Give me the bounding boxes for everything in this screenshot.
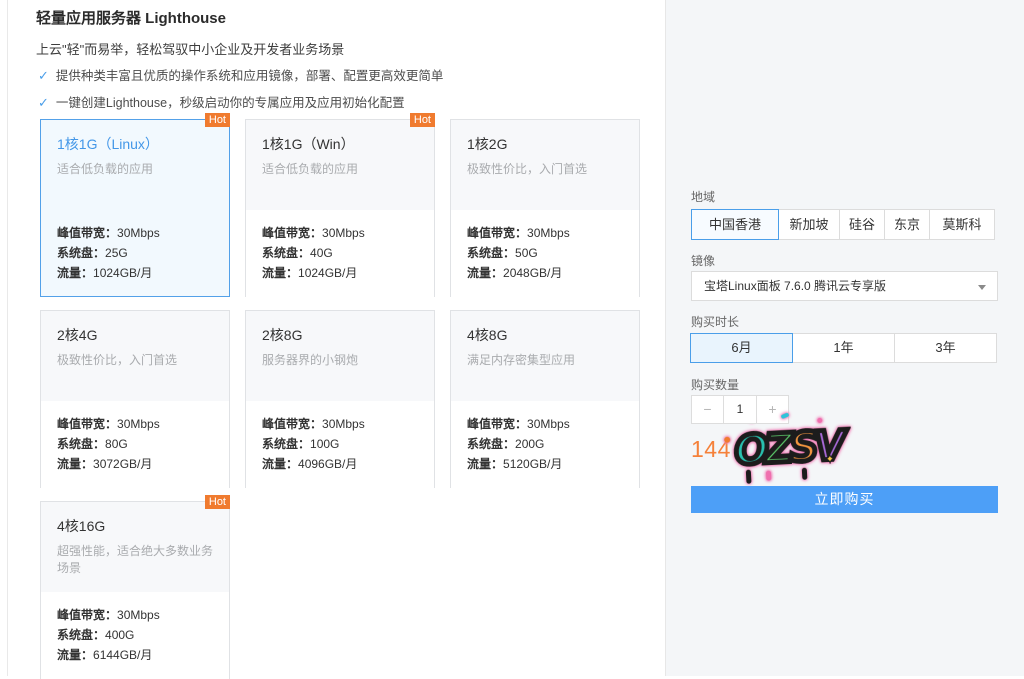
plan-card-header: 2核8G 服务器界的小钢炮	[246, 311, 434, 401]
spec-disk: 系统盘：200G	[467, 434, 623, 454]
spec-bandwidth: 峰值带宽：30Mbps	[467, 223, 623, 243]
plan-card-header: 4核16G 超强性能，适合绝大多数业务场景	[41, 502, 229, 592]
plan-name: 4核8G	[467, 325, 623, 345]
plan-description: 适合低负载的应用	[262, 161, 418, 178]
plan-card-1c1g-win[interactable]: Hot 1核1G（Win） 适合低负载的应用 峰值带宽：30Mbps 系统盘：4…	[245, 119, 435, 297]
plan-card-1c1g-linux[interactable]: Hot 1核1G（Linux） 适合低负载的应用 峰值带宽：30Mbps 系统盘…	[40, 119, 230, 297]
plan-specs: 峰值带宽：30Mbps 系统盘：25G 流量：1024GB/月	[41, 210, 229, 297]
duration-option-6months[interactable]: 6月	[690, 333, 793, 363]
spec-disk: 系统盘：80G	[57, 434, 213, 454]
plan-specs: 峰值带宽：30Mbps 系统盘：400G 流量：6144GB/月	[41, 592, 229, 679]
spec-bandwidth: 峰值带宽：30Mbps	[57, 223, 213, 243]
region-option-singapore[interactable]: 新加坡	[778, 209, 840, 240]
check-icon: ✓	[38, 68, 49, 83]
quantity-label: 购买数量	[691, 376, 739, 393]
graffiti-decoration	[766, 471, 772, 481]
plan-card-header: 1核2G 极致性价比，入门首选	[451, 120, 639, 210]
image-select[interactable]: 宝塔Linux面板 7.6.0 腾讯云专享版	[691, 271, 998, 301]
check-icon: ✓	[38, 95, 49, 110]
spec-disk: 系统盘：25G	[57, 243, 213, 263]
region-option-hongkong[interactable]: 中国香港	[691, 209, 779, 240]
spec-traffic: 流量：5120GB/月	[467, 454, 623, 474]
region-selector: 中国香港 新加坡 硅谷 东京 莫斯科	[691, 209, 995, 240]
spec-traffic: 流量：1024GB/月	[57, 263, 213, 283]
image-label: 镜像	[691, 252, 715, 269]
plan-description: 极致性价比，入门首选	[57, 352, 213, 369]
plan-card-2c4g[interactable]: 2核4G 极致性价比，入门首选 峰值带宽：30Mbps 系统盘：80G 流量：3…	[40, 310, 230, 488]
spec-traffic: 流量：3072GB/月	[57, 454, 213, 474]
purchase-config-panel: 地域 中国香港 新加坡 硅谷 东京 莫斯科 镜像 宝塔Linux面板 7.6.0…	[665, 0, 1024, 676]
image-select-value: 宝塔Linux面板 7.6.0 腾讯云专享版	[704, 279, 886, 293]
quantity-minus-button[interactable]: −	[691, 395, 724, 424]
spec-disk: 系统盘：40G	[262, 243, 418, 263]
duration-label: 购买时长	[691, 313, 739, 330]
plan-specs: 峰值带宽：30Mbps 系统盘：50G 流量：2048GB/月	[451, 210, 639, 297]
plan-specs: 峰值带宽：30Mbps 系统盘：100G 流量：4096GB/月	[246, 401, 434, 488]
price-row: 144 OZSV ✦	[691, 428, 998, 483]
duration-selector: 6月 1年 3年	[691, 333, 997, 363]
region-option-moscow[interactable]: 莫斯科	[929, 209, 995, 240]
plan-card-header: 1核1G（Linux） 适合低负载的应用	[41, 120, 229, 210]
hot-badge: Hot	[410, 113, 435, 127]
plan-card-header: 4核8G 满足内存密集型应用	[451, 311, 639, 401]
plan-description: 满足内存密集型应用	[467, 352, 623, 369]
plan-name: 1核2G	[467, 134, 623, 154]
plan-name: 1核1G（Win）	[262, 134, 418, 154]
graffiti-decoration	[817, 418, 822, 423]
plan-specs: 峰值带宽：30Mbps 系统盘：80G 流量：3072GB/月	[41, 401, 229, 488]
feature-bullet: ✓ 提供种类丰富且优质的操作系统和应用镜像，部署、配置更高效更简单	[38, 65, 443, 84]
duration-option-3years[interactable]: 3年	[894, 333, 997, 363]
feature-bullet-text: 一键创建Lighthouse，秒级启动你的专属应用及应用初始化配置	[56, 96, 405, 110]
plan-card-4c8g[interactable]: 4核8G 满足内存密集型应用 峰值带宽：30Mbps 系统盘：200G 流量：5…	[450, 310, 640, 488]
spec-bandwidth: 峰值带宽：30Mbps	[467, 414, 623, 434]
hot-badge: Hot	[205, 113, 230, 127]
plan-description: 服务器界的小钢炮	[262, 352, 418, 369]
feature-bullet: ✓ 一键创建Lighthouse，秒级启动你的专属应用及应用初始化配置	[38, 92, 405, 111]
plan-description: 极致性价比，入门首选	[467, 161, 623, 178]
plan-name: 1核1G（Linux）	[57, 134, 213, 154]
page-title: 轻量应用服务器 Lighthouse	[36, 7, 226, 28]
plan-specs: 峰值带宽：30Mbps 系统盘：40G 流量：1024GB/月	[246, 210, 434, 297]
spec-bandwidth: 峰值带宽：30Mbps	[57, 605, 213, 625]
plan-specs: 峰值带宽：30Mbps 系统盘：200G 流量：5120GB/月	[451, 401, 639, 488]
spec-disk: 系统盘：50G	[467, 243, 623, 263]
plan-name: 2核8G	[262, 325, 418, 345]
graffiti-decoration	[746, 470, 752, 484]
plan-description: 适合低负载的应用	[57, 161, 213, 178]
plan-card-header: 1核1G（Win） 适合低负载的应用	[246, 120, 434, 210]
spec-traffic: 流量：2048GB/月	[467, 263, 623, 283]
spec-bandwidth: 峰值带宽：30Mbps	[262, 414, 418, 434]
region-option-siliconvalley[interactable]: 硅谷	[839, 209, 885, 240]
plan-card-2c8g[interactable]: 2核8G 服务器界的小钢炮 峰值带宽：30Mbps 系统盘：100G 流量：40…	[245, 310, 435, 488]
region-option-tokyo[interactable]: 东京	[884, 209, 930, 240]
feature-bullet-text: 提供种类丰富且优质的操作系统和应用镜像，部署、配置更高效更简单	[56, 69, 444, 83]
sparkle-icon: ✦	[824, 451, 836, 468]
quantity-value[interactable]: 1	[723, 395, 757, 424]
plan-name: 2核4G	[57, 325, 213, 345]
plan-card-grid: Hot 1核1G（Linux） 适合低负载的应用 峰值带宽：30Mbps 系统盘…	[40, 119, 640, 679]
spec-bandwidth: 峰值带宽：30Mbps	[57, 414, 213, 434]
spec-traffic: 流量：1024GB/月	[262, 263, 418, 283]
graffiti-decoration	[724, 437, 730, 443]
plan-card-4c16g[interactable]: Hot 4核16G 超强性能，适合绝大多数业务场景 峰值带宽：30Mbps 系统…	[40, 501, 230, 679]
graffiti-captcha-sticker: OZSV ✦	[729, 417, 832, 490]
buy-now-button[interactable]: 立即购买	[691, 486, 998, 513]
left-rail-divider	[0, 0, 8, 676]
page-subtitle: 上云"轻"而易举，轻松驾驭中小企业及开发者业务场景	[36, 39, 344, 58]
spec-traffic: 流量：6144GB/月	[57, 645, 213, 665]
spec-bandwidth: 峰值带宽：30Mbps	[262, 223, 418, 243]
hot-badge: Hot	[205, 495, 230, 509]
plan-selection-panel: 轻量应用服务器 Lighthouse 上云"轻"而易举，轻松驾驭中小企业及开发者…	[9, 0, 665, 676]
plan-card-1c2g[interactable]: 1核2G 极致性价比，入门首选 峰值带宽：30Mbps 系统盘：50G 流量：2…	[450, 119, 640, 297]
graffiti-decoration	[802, 468, 808, 480]
chevron-down-icon	[978, 285, 986, 290]
spec-disk: 系统盘：400G	[57, 625, 213, 645]
duration-option-1year[interactable]: 1年	[792, 333, 895, 363]
plan-name: 4核16G	[57, 516, 213, 536]
plan-description: 超强性能，适合绝大多数业务场景	[57, 543, 213, 577]
spec-traffic: 流量：4096GB/月	[262, 454, 418, 474]
region-label: 地域	[691, 188, 715, 205]
plan-card-header: 2核4G 极致性价比，入门首选	[41, 311, 229, 401]
spec-disk: 系统盘：100G	[262, 434, 418, 454]
